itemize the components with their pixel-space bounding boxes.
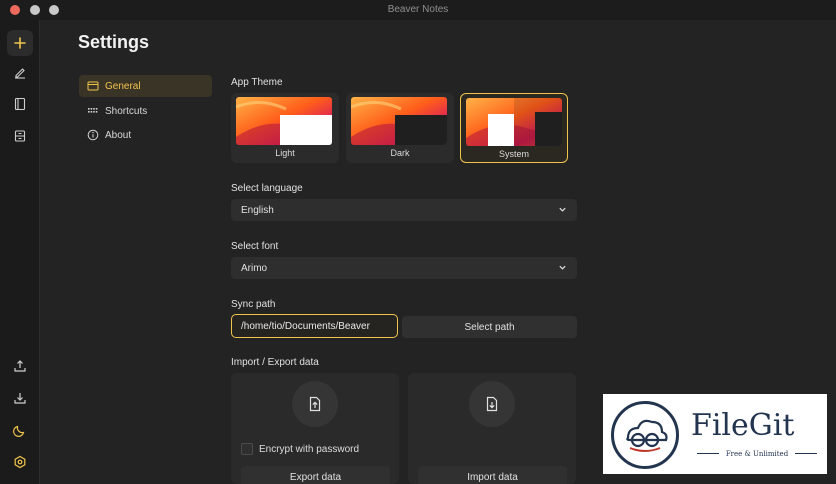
nav-item-label: About [105,129,132,141]
sync-path-input[interactable] [231,314,398,338]
moon-icon [13,425,25,437]
font-value: Arimo [241,262,268,274]
theme-option-label: Dark [390,148,410,158]
theme-option-label: System [498,149,529,159]
nav-item-shortcuts[interactable]: Shortcuts [79,100,212,122]
import-data-button[interactable]: Import data [418,466,567,484]
filegit-logo [611,401,679,469]
info-icon [87,129,99,141]
export-data-button[interactable]: Export data [241,466,390,484]
filegit-brand: FileGit [691,408,795,443]
theme-option-label: Light [275,148,295,158]
select-path-button[interactable]: Select path [402,316,577,338]
chevron-down-icon [559,265,566,270]
plus-icon [14,37,26,49]
import-file-icon [469,381,515,427]
divider [795,453,817,454]
encrypt-label: Encrypt with password [259,443,360,455]
encrypt-option[interactable]: Encrypt with password [241,443,359,455]
notebooks-button[interactable] [7,91,33,117]
export-button[interactable] [7,353,33,379]
import-export-label: Import / Export data [231,357,319,368]
download-icon [14,393,26,404]
filegit-tagline: Free & Unlimited [725,450,789,458]
chevron-down-icon [559,207,566,212]
system-theme-preview [466,98,562,146]
nav-item-general[interactable]: General [79,75,212,97]
font-select[interactable]: Arimo [231,257,577,279]
language-label: Select language [231,183,303,194]
file-download-icon [486,396,498,412]
window-title: Beaver Notes [387,4,449,15]
dark-theme-preview [351,97,447,145]
archive-icon [14,130,26,142]
nav-item-label: Shortcuts [105,105,148,117]
upload-icon [14,360,26,372]
keyboard-icon [88,108,98,113]
sync-path-label: Sync path [231,299,276,310]
file-upload-icon [309,396,321,412]
window-icon [87,81,99,91]
page-title: Settings [78,32,150,52]
gear-icon [14,455,26,469]
archive-button[interactable] [7,123,33,149]
dark-mode-toggle[interactable] [7,417,33,443]
notes-button[interactable] [7,59,33,85]
language-value: English [241,204,274,216]
language-select[interactable]: English [231,199,577,221]
import-button[interactable] [7,385,33,411]
settings-button[interactable] [7,449,33,475]
nav-item-label: General [105,80,141,92]
new-note-button[interactable] [7,30,33,56]
nav-item-about[interactable]: About [79,124,212,146]
theme-option-dark[interactable]: Dark [346,93,454,163]
encrypt-checkbox[interactable] [241,443,253,455]
cloud-icon [626,419,668,452]
sidebar-rail [0,20,40,484]
export-file-icon [292,381,338,427]
font-label: Select font [231,241,279,252]
app-theme-label: App Theme [231,77,283,88]
theme-option-system[interactable]: System [460,93,568,163]
light-theme-preview [236,97,332,145]
theme-option-light[interactable]: Light [231,93,339,163]
title-bar: Beaver Notes [0,0,836,20]
filegit-watermark: FileGit Free & Unlimited [603,394,827,474]
pencil-icon [15,68,25,79]
book-icon [14,97,26,111]
